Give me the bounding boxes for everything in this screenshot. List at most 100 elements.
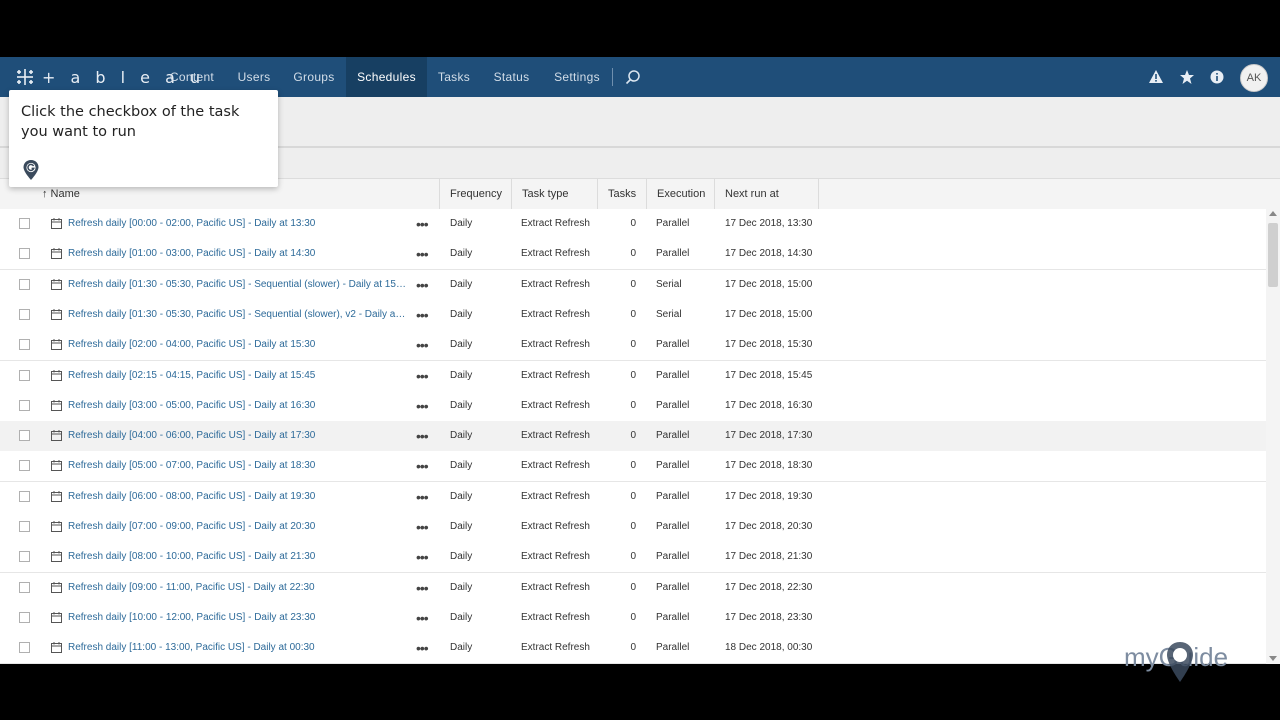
row-checkbox[interactable]: [19, 339, 30, 351]
table-row[interactable]: Refresh daily [11:00 - 13:00, Pacific US…: [0, 633, 1266, 664]
frequency-cell: Daily: [450, 551, 473, 563]
scroll-down-arrow-icon[interactable]: [1269, 656, 1277, 661]
schedule-name-link[interactable]: Refresh daily [02:15 - 04:15, Pacific US…: [68, 361, 408, 391]
task-type-cell: Extract Refresh: [521, 581, 590, 593]
row-checkbox[interactable]: [19, 642, 30, 654]
column-header-task-type[interactable]: Task type: [512, 179, 598, 209]
table-row[interactable]: Refresh daily [05:00 - 07:00, Pacific US…: [0, 451, 1266, 483]
row-checkbox[interactable]: [19, 278, 30, 290]
execution-cell: Parallel: [656, 611, 690, 623]
next-run-cell: 17 Dec 2018, 15:00: [725, 308, 813, 320]
row-checkbox[interactable]: [19, 611, 30, 623]
next-run-cell: 17 Dec 2018, 23:30: [725, 611, 813, 623]
schedule-name-link[interactable]: Refresh daily [05:00 - 07:00, Pacific US…: [68, 451, 408, 481]
row-checkbox[interactable]: [19, 308, 30, 320]
row-checkbox[interactable]: [19, 369, 30, 381]
star-icon[interactable]: [1179, 69, 1195, 85]
row-actions-more-icon[interactable]: •••: [416, 391, 429, 421]
schedule-name-link[interactable]: Refresh daily [01:00 - 03:00, Pacific US…: [68, 239, 408, 269]
nav-schedules[interactable]: Schedules: [346, 57, 427, 97]
task-type-cell: Extract Refresh: [521, 369, 590, 381]
frequency-cell: Daily: [450, 611, 473, 623]
table-row[interactable]: Refresh daily [09:00 - 11:00, Pacific US…: [0, 572, 1266, 604]
column-header-execution[interactable]: Execution: [647, 179, 715, 209]
table-row[interactable]: Refresh daily [08:00 - 10:00, Pacific US…: [0, 542, 1266, 574]
row-actions-more-icon[interactable]: •••: [416, 542, 429, 572]
tasks-count-cell: 0: [630, 581, 636, 593]
tasks-count-cell: 0: [630, 339, 636, 351]
row-checkbox[interactable]: [19, 460, 30, 472]
row-actions-more-icon[interactable]: •••: [416, 330, 429, 360]
row-actions-more-icon[interactable]: •••: [416, 512, 429, 542]
schedule-name-link[interactable]: Refresh daily [00:00 - 02:00, Pacific US…: [68, 209, 408, 239]
frequency-cell: Daily: [450, 278, 473, 290]
schedule-name-link[interactable]: Refresh daily [08:00 - 10:00, Pacific US…: [68, 542, 408, 572]
table-row[interactable]: Refresh daily [01:30 - 05:30, Pacific US…: [0, 299, 1266, 331]
nav-settings[interactable]: Settings: [542, 57, 612, 97]
frequency-cell: Daily: [450, 308, 473, 320]
table-row[interactable]: Refresh daily [04:00 - 06:00, Pacific US…: [0, 421, 1266, 453]
table-row[interactable]: Refresh daily [02:15 - 04:15, Pacific US…: [0, 360, 1266, 392]
schedule-name-link[interactable]: Refresh daily [03:00 - 05:00, Pacific US…: [68, 391, 408, 421]
row-actions-more-icon[interactable]: •••: [416, 270, 429, 300]
row-actions-more-icon[interactable]: •••: [416, 239, 429, 269]
column-header-next-run[interactable]: Next run at: [715, 179, 819, 209]
frequency-cell: Daily: [450, 642, 473, 654]
schedule-name-link[interactable]: Refresh daily [01:30 - 05:30, Pacific US…: [68, 270, 408, 300]
execution-cell: Parallel: [656, 551, 690, 563]
table-row[interactable]: Refresh daily [03:00 - 05:00, Pacific US…: [0, 390, 1266, 422]
frequency-cell: Daily: [450, 521, 473, 532]
search-icon[interactable]: [625, 69, 641, 85]
row-checkbox[interactable]: [19, 399, 30, 411]
info-icon[interactable]: [1209, 69, 1225, 85]
scroll-up-arrow-icon[interactable]: [1269, 211, 1277, 216]
alert-icon[interactable]: [1148, 69, 1164, 85]
table-row[interactable]: Refresh daily [06:00 - 08:00, Pacific US…: [0, 481, 1266, 513]
row-checkbox[interactable]: [19, 581, 30, 593]
schedule-name-link[interactable]: Refresh daily [11:00 - 13:00, Pacific US…: [68, 633, 408, 663]
row-actions-more-icon[interactable]: •••: [416, 451, 429, 481]
row-actions-more-icon[interactable]: •••: [416, 300, 429, 330]
row-checkbox[interactable]: [19, 521, 30, 532]
column-header-frequency[interactable]: Frequency: [440, 179, 512, 209]
table-row[interactable]: Refresh daily [01:00 - 03:00, Pacific US…: [0, 239, 1266, 271]
schedule-name-link[interactable]: Refresh daily [01:30 - 05:30, Pacific US…: [68, 300, 408, 330]
schedule-name-link[interactable]: Refresh daily [09:00 - 11:00, Pacific US…: [68, 573, 408, 603]
schedule-name-link[interactable]: Refresh daily [04:00 - 06:00, Pacific US…: [68, 421, 408, 451]
row-actions-more-icon[interactable]: •••: [416, 421, 429, 451]
column-header-tasks[interactable]: Tasks: [598, 179, 647, 209]
row-actions-more-icon[interactable]: •••: [416, 361, 429, 391]
table-row[interactable]: Refresh daily [00:00 - 02:00, Pacific US…: [0, 209, 1266, 240]
task-type-cell: Extract Refresh: [521, 308, 590, 320]
row-checkbox[interactable]: [19, 218, 30, 229]
row-checkbox[interactable]: [19, 490, 30, 502]
row-actions-more-icon[interactable]: •••: [416, 209, 429, 239]
tasks-count-cell: 0: [630, 248, 636, 260]
schedule-name-link[interactable]: Refresh daily [06:00 - 08:00, Pacific US…: [68, 482, 408, 512]
schedule-name-link[interactable]: Refresh daily [07:00 - 09:00, Pacific US…: [68, 512, 408, 542]
table-row[interactable]: Refresh daily [07:00 - 09:00, Pacific US…: [0, 512, 1266, 543]
execution-cell: Parallel: [656, 369, 690, 381]
table-row[interactable]: Refresh daily [10:00 - 12:00, Pacific US…: [0, 602, 1266, 634]
table-row[interactable]: Refresh daily [02:00 - 04:00, Pacific US…: [0, 330, 1266, 362]
row-actions-more-icon[interactable]: •••: [416, 482, 429, 512]
user-avatar[interactable]: AK: [1240, 64, 1268, 92]
next-run-cell: 17 Dec 2018, 21:30: [725, 551, 813, 563]
execution-cell: Parallel: [656, 460, 690, 472]
tasks-count-cell: 0: [630, 460, 636, 472]
row-actions-more-icon[interactable]: •••: [416, 573, 429, 603]
row-actions-more-icon[interactable]: •••: [416, 603, 429, 633]
row-checkbox[interactable]: [19, 430, 30, 442]
frequency-cell: Daily: [450, 460, 473, 472]
schedule-name-link[interactable]: Refresh daily [10:00 - 12:00, Pacific US…: [68, 603, 408, 633]
nav-groups[interactable]: Groups: [282, 57, 346, 97]
nav-status[interactable]: Status: [481, 57, 542, 97]
row-checkbox[interactable]: [19, 248, 30, 260]
vertical-scrollbar[interactable]: [1266, 209, 1280, 664]
nav-tasks[interactable]: Tasks: [427, 57, 481, 97]
schedule-name-link[interactable]: Refresh daily [02:00 - 04:00, Pacific US…: [68, 330, 408, 360]
row-checkbox[interactable]: [19, 551, 30, 563]
scroll-thumb[interactable]: [1268, 223, 1278, 287]
table-row[interactable]: Refresh daily [01:30 - 05:30, Pacific US…: [0, 269, 1266, 301]
row-actions-more-icon[interactable]: •••: [416, 633, 429, 663]
